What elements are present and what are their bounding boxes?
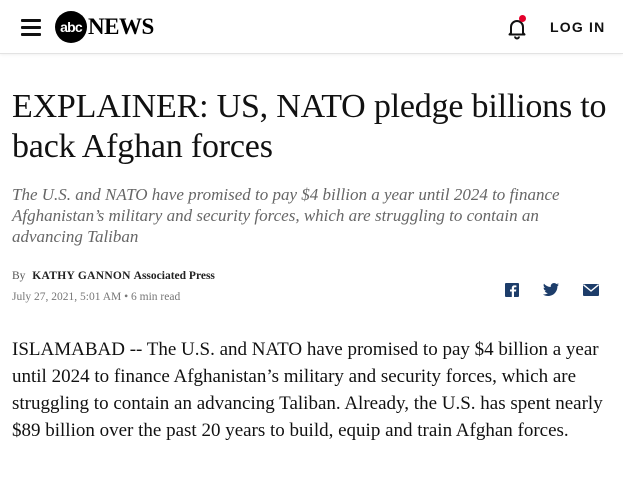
notification-dot [519,15,526,22]
menu-icon-line [21,33,41,36]
read-time: • 6 min read [124,291,181,303]
logo-news-text: NEWS [88,14,154,39]
publish-date: July 27, 2021, 5:01 AM [12,291,122,303]
article-subhead: The U.S. and NATO have promised to pay $… [12,185,560,246]
abc-news-logo[interactable]: abc NEWS [55,11,154,43]
dateline: July 27, 2021, 5:01 AM • 6 min read [12,291,180,303]
menu-icon-line [21,19,41,22]
article-body: ISLAMABAD -- The U.S. and NATO have prom… [12,339,603,441]
byline-prefix: By [12,270,26,282]
article-headline: EXPLAINER: US, NATO pledge billions to b… [12,88,607,165]
outlet-name: Associated Press [133,270,215,282]
menu-icon[interactable] [21,19,41,36]
login-button[interactable]: LOG IN [550,19,605,35]
author-name[interactable]: KATHY GANNON [32,270,130,282]
top-navigation-bar: abc NEWS LOG IN [0,0,623,54]
menu-icon-line [21,26,41,29]
facebook-icon[interactable] [503,282,521,298]
twitter-icon[interactable] [542,282,560,298]
byline: By KATHY GANNON Associated Press [12,270,215,282]
email-icon[interactable] [582,282,600,298]
abc-logo-circle: abc [55,11,87,43]
